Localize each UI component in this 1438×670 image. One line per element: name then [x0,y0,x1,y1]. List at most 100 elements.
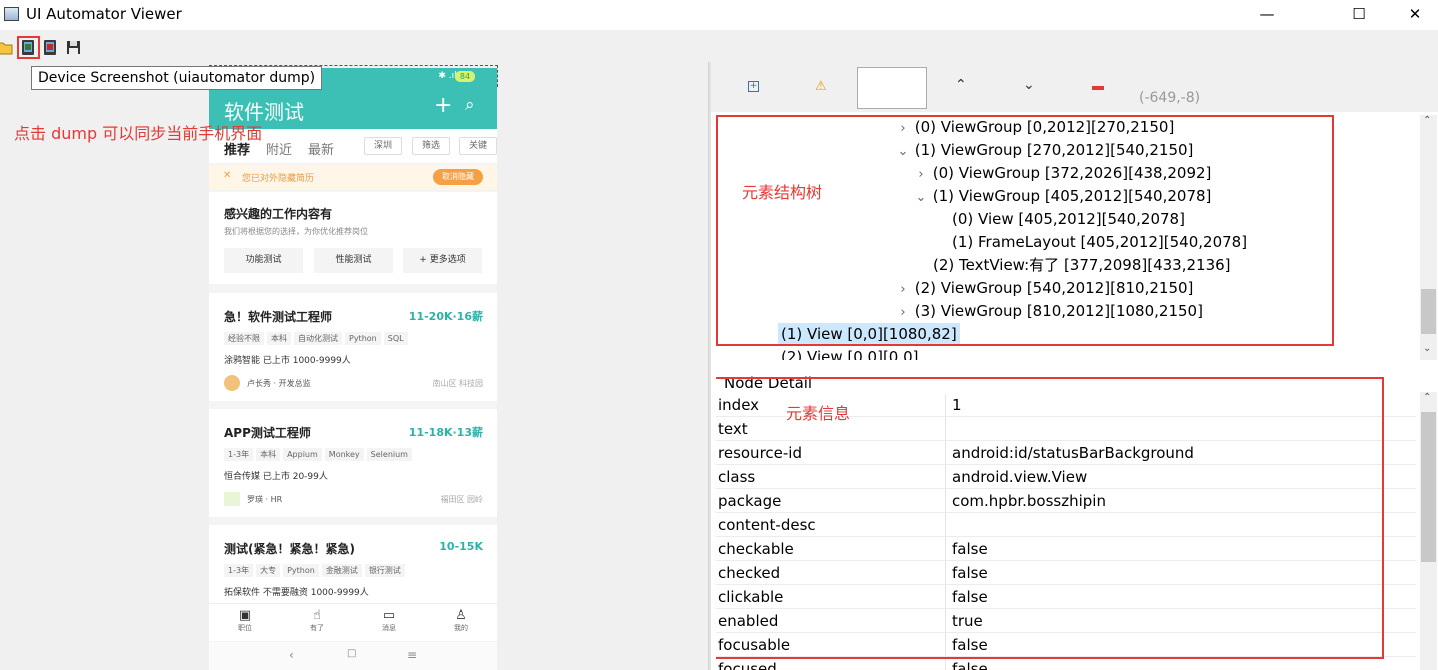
job-tag: 本科 [256,448,281,461]
tree-scrollbar[interactable]: ⌃ ⌄ [1420,115,1437,360]
clear-search-icon[interactable] [1092,86,1104,90]
annotation-dump-hint: 点击 dump 可以同步当前手机界面 [14,124,263,143]
job-company: 拓保软件 不需要融资 1000-9999人 [224,588,369,598]
open-folder-icon[interactable] [0,39,14,56]
interest-title: 感兴趣的工作内容有 [224,207,333,221]
nav-youle[interactable]: ☝ 有了 [303,608,331,633]
home-icon[interactable]: □ [347,648,356,659]
briefcase-icon: ▣ [238,608,252,623]
minimize-button[interactable]: — [1244,0,1290,30]
job-card[interactable]: 测试(紧急！紧急！紧急) 10-15K 1-3年 大专 Python 金融测试 银行测试… [209,525,497,605]
interest-option-performance[interactable]: 性能测试 [314,248,393,273]
device-screenshot[interactable]: ✱ .ıl ≋ 84 软件测试 + ⌕ 推荐 附近 最新 深圳 筛选 关键 ✕ … [209,68,497,670]
job-tag: SQL [383,332,408,345]
battery-icon: 84 [455,71,475,82]
cancel-hide-button[interactable]: 取消隐藏 [433,169,483,185]
job-tag: 自动化测试 [294,332,342,345]
hand-icon: ☝ [313,608,321,623]
nav-messages[interactable]: ▭ 消息 [375,608,403,633]
save-icon[interactable] [65,39,82,56]
window-title: UI Automator Viewer [26,5,182,23]
nav-label: 我的 [454,624,468,632]
add-icon[interactable]: + [434,93,452,118]
nav-label: 职位 [238,624,252,632]
company-logo [224,492,240,506]
job-contact: 卢长秀 · 开发总监 [247,379,311,388]
interest-option-more[interactable]: + 更多选项 [403,248,482,273]
job-tag: Monkey [324,448,364,461]
filter-city[interactable]: 深圳 [364,137,402,155]
scroll-up-icon[interactable]: ⌃ [1423,115,1431,126]
user-icon: ♙ [455,608,467,623]
job-card[interactable]: APP测试工程师 11-18K·13薪 1-3年 本科 Appium Monkey Se… [209,409,497,517]
job-title: 测试(紧急！紧急！紧急) [224,542,355,556]
expand-all-icon[interactable]: + [748,81,759,92]
scrollbar-thumb[interactable] [1421,412,1436,562]
job-tag: Python [283,564,319,577]
job-tags: 经验不限 本科 自动化测试 Python SQL [224,332,408,345]
job-tag: 大专 [256,564,281,577]
detail-key: focused [718,660,777,670]
filter-keyword[interactable]: 关键 [459,137,497,155]
bottom-nav: ▣ 职位 ☝ 有了 ▭ 消息 ♙ 我的 [209,603,497,641]
job-contact: 罗瑛 · HR [247,495,283,504]
job-tag: Selenium [366,448,412,461]
device-screenshot-compressed-icon[interactable] [42,39,59,56]
hidden-resume-notice: ✕ 您已对外隐藏简历 取消隐藏 [209,165,497,189]
close-notice-icon[interactable]: ✕ [223,170,231,181]
tab-latest[interactable]: 最新 [308,139,334,158]
job-salary: 10-15K [439,540,483,553]
job-company: 涂鸦智能 已上市 1000-9999人 [224,356,351,366]
job-location: 南山区 科技园 [432,379,483,388]
scroll-up-icon[interactable]: ⌃ [1423,392,1431,403]
tab-nearby[interactable]: 附近 [266,139,292,158]
tree-annotation-box [716,115,1334,346]
inspector-panel: + ⚠ ⌃ ⌄ (-649,-8) › (0) ViewGroup [0,201… [711,62,1438,670]
job-tag: 金融测试 [321,564,362,577]
job-title: 急！软件测试工程师 [224,310,333,324]
search-box[interactable] [857,67,927,109]
nav-jobs[interactable]: ▣ 职位 [231,608,259,633]
title-bar: UI Automator Viewer — ☐ ✕ [0,0,1438,30]
warning-icon[interactable]: ⚠ [815,79,827,94]
detail-value: false [952,660,988,670]
search-icon[interactable]: ⌕ [465,95,475,115]
tree-node-label: (2) View [0,0][0,0] [781,348,919,360]
interest-option-functional[interactable]: 功能测试 [224,248,303,273]
previous-result-icon[interactable]: ⌃ [955,77,967,93]
job-tag: 1-3年 [224,448,254,461]
job-tag: 1-3年 [224,564,254,577]
detail-scrollbar[interactable]: ⌃ [1420,392,1437,670]
tooltip: Device Screenshot (uiautomator dump) [31,66,323,90]
device-screenshot-icon[interactable] [20,39,37,56]
job-company: 恒合传媒 已上市 20-99人 [224,472,328,482]
uiautomator-viewer-window: UI Automator Viewer — ☐ ✕ ✱ .ıl ≋ 84 软件测 [0,0,1438,670]
next-result-icon[interactable]: ⌄ [1023,77,1035,93]
job-tag: 银行测试 [364,564,405,577]
tree-node[interactable]: (2) View [0,0][0,0] [781,346,919,360]
job-tags: 1-3年 大专 Python 金融测试 银行测试 [224,564,405,577]
notice-text: 您已对外隐藏简历 [242,174,315,184]
job-tag: Appium [283,448,322,461]
back-icon[interactable]: ‹ [289,648,294,662]
scroll-down-icon[interactable]: ⌄ [1423,343,1431,354]
cursor-coords: (-649,-8) [1139,90,1201,106]
interest-subtitle: 我们将根据您的选择，为你优化推荐岗位 [224,227,368,236]
job-tag: 本科 [267,332,291,345]
filter-screen[interactable]: 筛选 [412,137,450,155]
avatar [224,375,240,391]
job-salary: 11-20K·16薪 [408,310,483,323]
nav-label: 有了 [310,624,324,632]
annotation-tree-label: 元素结构树 [742,183,823,202]
menu-icon[interactable]: ≡ [407,648,417,662]
close-button[interactable]: ✕ [1392,0,1438,30]
scrollbar-thumb[interactable] [1421,289,1436,334]
interest-card: 感兴趣的工作内容有 我们将根据您的选择，为你优化推荐岗位 功能测试 性能测试 +… [209,192,497,284]
nav-me[interactable]: ♙ 我的 [447,608,475,633]
tree-toolbar: + ⚠ ⌃ ⌄ (-649,-8) [711,62,1438,112]
job-title: APP测试工程师 [224,426,311,440]
maximize-button[interactable]: ☐ [1336,0,1382,30]
job-card[interactable]: 急！软件测试工程师 11-20K·16薪 经验不限 本科 自动化测试 Python SQ… [209,293,497,401]
ui-hierarchy-tree[interactable]: › (0) ViewGroup [0,2012][270,2150] ⌄ (1)… [716,115,1416,360]
app-icon [4,7,19,21]
